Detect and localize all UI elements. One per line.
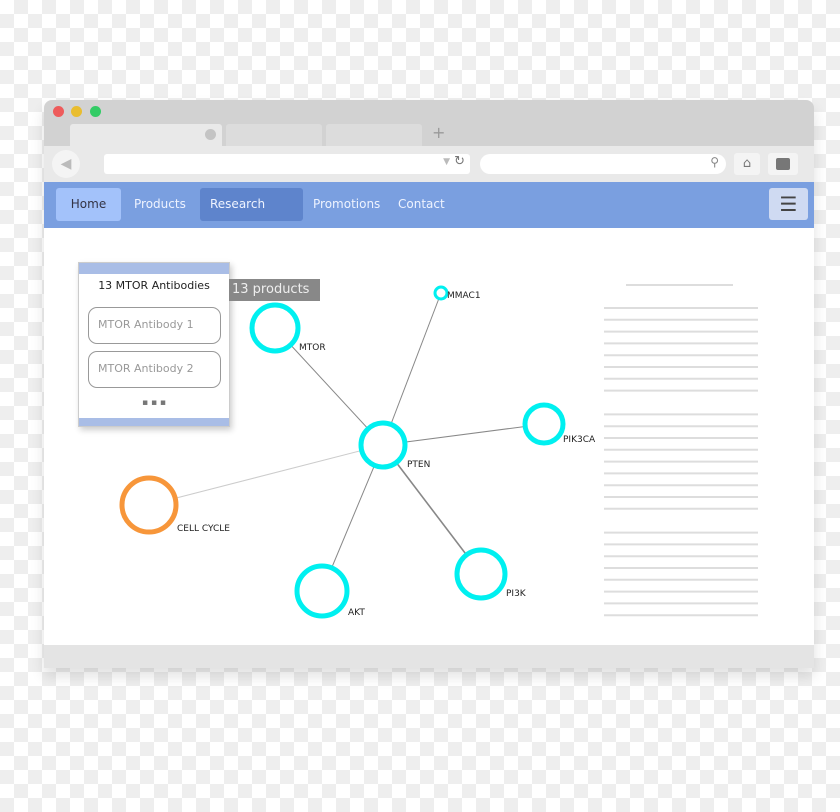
graph-node[interactable] — [433, 285, 449, 301]
graph-node[interactable] — [522, 402, 566, 446]
graph-node-label: PIK3CA — [563, 435, 596, 445]
graph-node[interactable] — [294, 563, 350, 619]
graph-node-label: PTEN — [407, 460, 430, 470]
graph-node[interactable] — [454, 547, 508, 601]
graph-node[interactable] — [358, 420, 408, 470]
graph-node-label: PI3K — [506, 589, 527, 599]
product-count-badge: 13 products — [229, 279, 320, 301]
antibody-panel: 13 MTOR Antibodies MTOR Antibody 1 MTOR … — [78, 262, 230, 427]
graph-node-label: CELL CYCLE — [177, 524, 230, 534]
graph-node[interactable] — [249, 302, 301, 354]
graph-edge — [148, 444, 384, 506]
antibody-item[interactable]: MTOR Antibody 2 — [88, 351, 221, 388]
panel-header-bar — [79, 263, 229, 274]
antibody-item[interactable]: MTOR Antibody 1 — [88, 307, 221, 344]
panel-title: 13 MTOR Antibodies — [98, 279, 210, 292]
graph-node-label: AKT — [348, 608, 365, 618]
more-indicator[interactable]: ▪ ▪ ▪ — [79, 398, 229, 408]
graph-node-label: MTOR — [299, 343, 326, 353]
panel-footer-bar — [79, 418, 229, 426]
graph-node-label: MMAC1 — [447, 291, 481, 301]
graph-node[interactable] — [119, 475, 179, 535]
